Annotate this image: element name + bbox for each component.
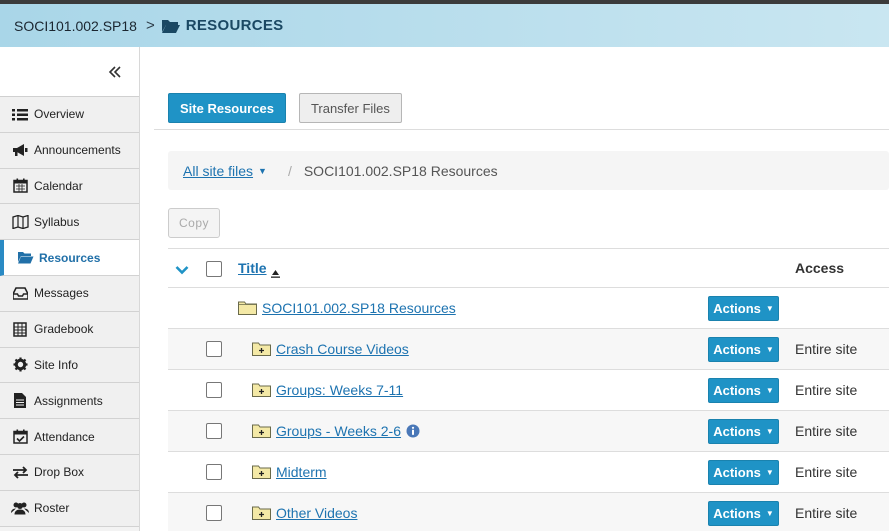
actions-button[interactable]: Actions ▼ xyxy=(708,501,779,526)
folder-plus-icon[interactable] xyxy=(252,382,271,402)
sidebar-item-label: Resources xyxy=(39,250,101,265)
actions-button[interactable]: Actions ▼ xyxy=(708,419,779,444)
sidebar-item-label: Calendar xyxy=(34,178,83,193)
resources-tabs: Site Resources Transfer Files xyxy=(168,93,402,123)
row-checkbox[interactable] xyxy=(206,341,222,357)
sidebar-item-label: Site Info xyxy=(34,357,79,372)
exchange-icon xyxy=(11,466,29,479)
sidebar-item-label: Overview xyxy=(34,107,85,122)
folder-plus-icon[interactable] xyxy=(252,464,271,484)
table-row: Groups: Weeks 7-11 Actions ▼ Entire site xyxy=(168,370,889,411)
sidebar-item-label: Roster xyxy=(34,501,70,516)
table-row: Midterm Actions ▼ Entire site xyxy=(168,452,889,493)
folder-plus-icon[interactable] xyxy=(252,423,271,443)
row-checkbox[interactable] xyxy=(206,382,222,398)
sidebar-item-label: Announcements xyxy=(34,143,121,158)
sidebar-item-drop-box[interactable]: Drop Box xyxy=(0,454,139,491)
gradebook-icon xyxy=(11,321,29,337)
access-column-header: Access xyxy=(795,260,845,276)
sidebar-item-label: Syllabus xyxy=(34,214,80,229)
info-icon[interactable] xyxy=(406,424,420,443)
sidebar-item-resources[interactable]: Resources xyxy=(0,240,139,276)
actions-button[interactable]: Actions ▼ xyxy=(708,460,779,485)
sidebar-item-label: Assignments xyxy=(34,393,103,408)
select-all-checkbox[interactable] xyxy=(206,261,222,277)
resources-table: Title Access SOCI101.002.SP18 Resources … xyxy=(168,248,889,531)
folder-link[interactable]: Groups - Weeks 2-6 xyxy=(276,423,401,439)
folder-link[interactable]: Midterm xyxy=(276,464,327,480)
row-checkbox[interactable] xyxy=(206,423,222,439)
sort-ascending-icon[interactable] xyxy=(271,265,280,283)
table-header: Title Access xyxy=(168,248,889,288)
sidebar-item-attendance[interactable]: Attendance xyxy=(0,419,139,455)
breadcrumb-current: SOCI101.002.SP18 Resources xyxy=(303,162,498,179)
sidebar-item-label: Messages xyxy=(34,286,89,301)
divider xyxy=(154,129,889,130)
access-value: Entire site xyxy=(795,423,858,439)
access-value: Entire site xyxy=(795,505,858,521)
root-folder-link[interactable]: SOCI101.002.SP18 Resources xyxy=(262,300,456,316)
table-row: Crash Course Videos Actions ▼ Entire site xyxy=(168,329,889,370)
folder-icon xyxy=(238,300,257,320)
sidebar-item-calendar[interactable]: Calendar xyxy=(0,168,139,205)
actions-button[interactable]: Actions ▼ xyxy=(708,378,779,403)
inbox-icon xyxy=(11,287,29,300)
caret-down-icon[interactable]: ▼ xyxy=(258,166,267,176)
site-title[interactable]: SOCI101.002.SP18 xyxy=(14,18,137,34)
title-column-header[interactable]: Title xyxy=(238,260,267,276)
folder-open-icon xyxy=(16,251,34,264)
actions-button[interactable]: Actions ▼ xyxy=(708,337,779,362)
double-chevron-left-icon xyxy=(108,65,121,78)
tool-title: RESOURCES xyxy=(185,17,284,34)
access-value: Entire site xyxy=(795,464,858,480)
sidebar-item-roster[interactable]: Roster xyxy=(0,490,139,527)
megaphone-icon xyxy=(11,143,29,157)
sidebar-item-label: Gradebook xyxy=(34,322,94,337)
site-resources-tab[interactable]: Site Resources xyxy=(168,93,286,123)
table-row: Other Videos Actions ▼ Entire site xyxy=(168,493,889,531)
sidebar-item-assignments[interactable]: Assignments xyxy=(0,383,139,420)
collapse-sidebar-button[interactable] xyxy=(0,47,139,97)
file-icon xyxy=(11,393,29,409)
list-icon xyxy=(11,108,29,121)
calendar-check-icon xyxy=(11,429,29,444)
folder-plus-icon[interactable] xyxy=(252,505,271,525)
folder-link[interactable]: Groups: Weeks 7-11 xyxy=(276,382,403,398)
transfer-files-tab[interactable]: Transfer Files xyxy=(298,93,402,123)
row-checkbox[interactable] xyxy=(206,464,222,480)
table-row: Groups - Weeks 2-6 Actions ▼ Entire site xyxy=(168,411,889,452)
sidebar: Overview Announcements Calendar Syllabus… xyxy=(0,47,140,531)
folder-plus-icon[interactable] xyxy=(252,341,271,361)
table-row-root: SOCI101.002.SP18 Resources Actions ▼ xyxy=(168,288,889,329)
folder-link[interactable]: Other Videos xyxy=(276,505,357,521)
chevron-down-icon[interactable] xyxy=(175,262,189,280)
access-value: Entire site xyxy=(795,382,858,398)
users-icon xyxy=(11,501,29,515)
sidebar-item-announcements[interactable]: Announcements xyxy=(0,132,139,169)
sidebar-item-overview[interactable]: Overview xyxy=(0,97,139,133)
sidebar-item-messages[interactable]: Messages xyxy=(0,275,139,312)
sidebar-item-site-info[interactable]: Site Info xyxy=(0,347,139,384)
folder-link[interactable]: Crash Course Videos xyxy=(276,341,409,357)
breadcrumb: All site files ▼ / SOCI101.002.SP18 Reso… xyxy=(168,151,889,190)
sidebar-item-label: Attendance xyxy=(34,429,95,444)
calendar-icon xyxy=(11,178,29,194)
main-content: Site Resources Transfer Files All site f… xyxy=(140,47,889,531)
sidebar-item-syllabus[interactable]: Syllabus xyxy=(0,204,139,241)
all-site-files-link[interactable]: All site files xyxy=(183,163,253,179)
breadcrumb-separator: / xyxy=(287,162,292,179)
site-header: SOCI101.002.SP18 > RESOURCES xyxy=(0,4,889,47)
map-icon xyxy=(11,214,29,229)
sidebar-item-label: Drop Box xyxy=(34,465,85,480)
folder-open-icon xyxy=(161,18,181,34)
sidebar-item-gradebook[interactable]: Gradebook xyxy=(0,311,139,348)
copy-button[interactable]: Copy xyxy=(168,208,220,238)
header-separator: > xyxy=(145,17,155,34)
gear-icon xyxy=(11,357,29,372)
access-value: Entire site xyxy=(795,341,858,357)
row-checkbox[interactable] xyxy=(206,505,222,521)
actions-button[interactable]: Actions ▼ xyxy=(708,296,779,321)
